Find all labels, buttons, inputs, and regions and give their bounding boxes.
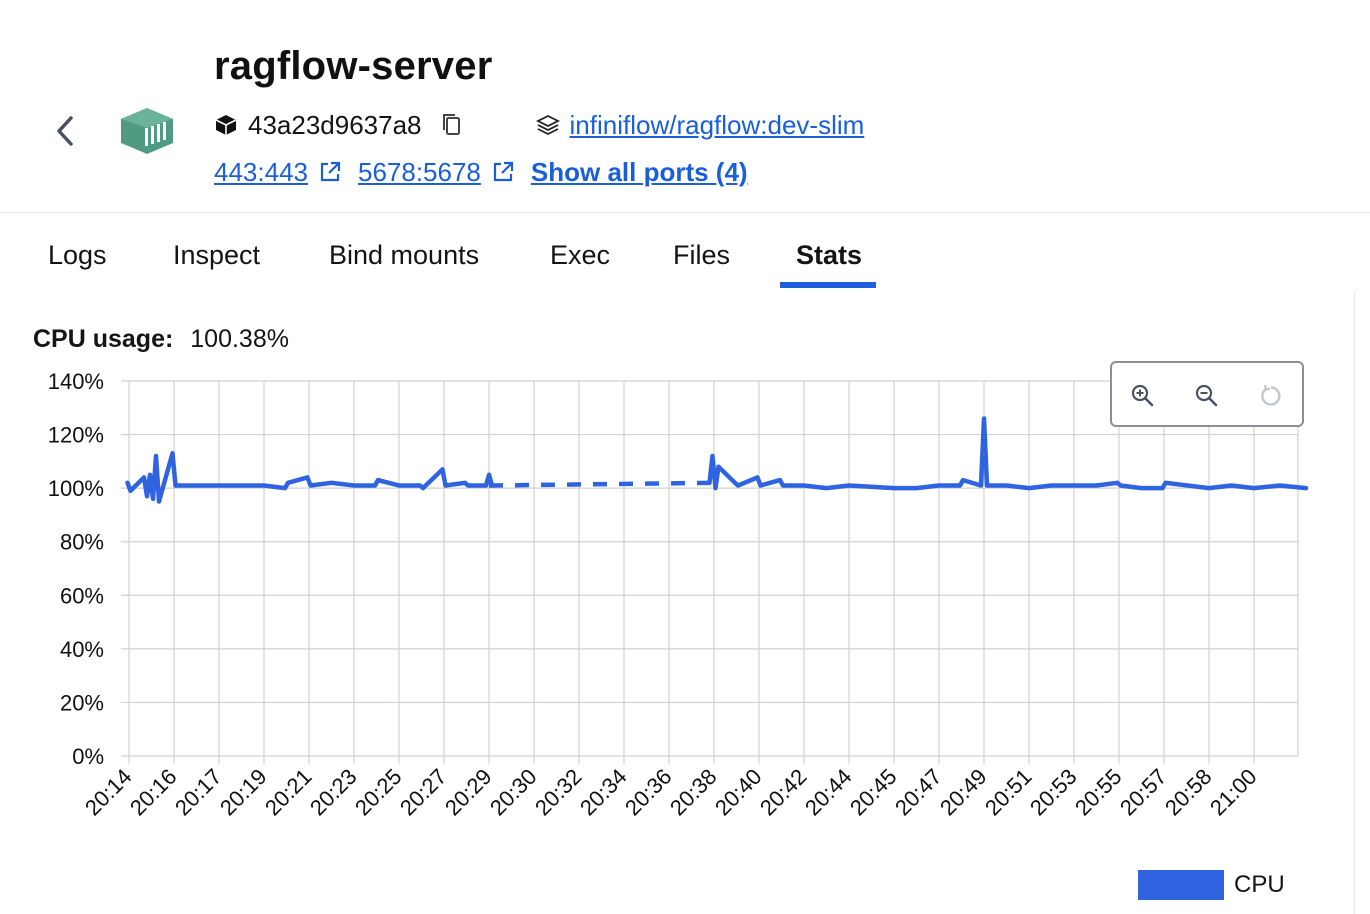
tab-bind-mounts[interactable]: Bind mounts	[329, 240, 479, 271]
image-layers-icon	[535, 114, 560, 136]
y-tick-label: 120%	[48, 423, 104, 448]
image-link[interactable]: infiniflow/ragflow:dev-slim	[570, 110, 865, 141]
zoom-in-icon	[1131, 384, 1154, 407]
legend-label-cpu: CPU	[1234, 871, 1285, 898]
external-link-icon[interactable]	[491, 160, 515, 184]
x-tick-label: 20:55	[1070, 764, 1127, 821]
ports-row: 443:443 5678:5678 Show all ports (4)	[214, 154, 748, 190]
x-tick-label: 20:44	[800, 764, 857, 821]
x-tick-label: 20:45	[845, 764, 902, 821]
cpu-series-line	[125, 451, 495, 504]
cube-icon	[214, 113, 238, 137]
container-header: ragflow-server 43a23d9637a8 infiniflow/r…	[0, 0, 1370, 213]
y-tick-label: 140%	[48, 369, 104, 394]
zoom-in-button[interactable]	[1128, 381, 1158, 411]
cpu-usage-stat: CPU usage: 100.38%	[33, 325, 289, 354]
tab-inspect[interactable]: Inspect	[173, 240, 260, 271]
x-tick-label: 20:27	[395, 764, 452, 821]
x-tick-label: 21:00	[1205, 764, 1262, 821]
chart-legend: CPU	[1138, 870, 1285, 900]
chevron-left-icon	[57, 116, 73, 146]
x-tick-label: 20:38	[665, 764, 722, 821]
active-tab-indicator	[780, 282, 876, 288]
container-icon	[118, 106, 176, 161]
legend-swatch-cpu	[1138, 870, 1224, 900]
reset-zoom-button[interactable]	[1256, 381, 1286, 411]
x-tick-label: 20:40	[710, 764, 767, 821]
port-link-443[interactable]: 443:443	[214, 157, 308, 188]
x-tick-label: 20:25	[350, 764, 407, 821]
x-tick-label: 20:57	[1115, 764, 1172, 821]
y-tick-label: 100%	[48, 476, 104, 501]
reset-icon	[1261, 384, 1281, 406]
x-tick-label: 20:53	[1025, 764, 1082, 821]
cpu-series-gap-line	[488, 480, 715, 488]
port-link-5678[interactable]: 5678:5678	[358, 157, 481, 188]
tab-stats[interactable]: Stats	[796, 240, 862, 271]
tab-logs[interactable]: Logs	[48, 240, 107, 271]
tab-bar: Logs Inspect Bind mounts Exec Files Stat…	[0, 222, 1370, 292]
back-button[interactable]	[46, 112, 84, 150]
y-tick-label: 80%	[60, 530, 104, 555]
x-tick-label: 20:51	[980, 764, 1037, 821]
x-tick-label: 20:32	[530, 764, 587, 821]
show-all-ports-link[interactable]: Show all ports (4)	[531, 157, 748, 188]
x-tick-label: 20:21	[260, 764, 317, 821]
container-id: 43a23d9637a8	[248, 109, 422, 140]
chart-zoom-controls	[1110, 361, 1304, 427]
cpu-usage-chart: 0%20%40%60%80%100%120%140%20:1420:1620:1…	[48, 369, 1309, 821]
y-tick-label: 40%	[60, 637, 104, 662]
x-tick-label: 20:29	[440, 764, 497, 821]
y-tick-label: 60%	[60, 583, 104, 608]
zoom-out-button[interactable]	[1192, 381, 1222, 411]
container-title: ragflow-server	[214, 44, 493, 88]
zoom-out-icon	[1195, 384, 1218, 407]
x-tick-label: 20:47	[890, 764, 947, 821]
x-tick-label: 20:16	[125, 764, 182, 821]
x-tick-label: 20:19	[215, 764, 272, 821]
tab-files[interactable]: Files	[673, 240, 730, 271]
copy-id-button[interactable]	[440, 112, 464, 138]
x-tick-label: 20:49	[935, 764, 992, 821]
x-tick-label: 20:34	[575, 764, 632, 821]
x-tick-label: 20:17	[170, 764, 227, 821]
y-tick-label: 20%	[60, 690, 104, 715]
container-id-row: 43a23d9637a8 infiniflow/ragflow:dev-slim	[214, 108, 864, 142]
y-tick-label: 0%	[72, 744, 104, 769]
copy-icon	[442, 114, 460, 135]
tab-exec[interactable]: Exec	[550, 240, 610, 271]
x-tick-label: 20:42	[755, 764, 812, 821]
x-tick-label: 20:14	[80, 764, 137, 821]
x-tick-label: 20:36	[620, 764, 677, 821]
x-tick-label: 20:30	[485, 764, 542, 821]
cpu-series-line	[707, 416, 1309, 491]
cpu-usage-value: 100.38%	[190, 325, 289, 353]
external-link-icon[interactable]	[318, 160, 342, 184]
x-tick-label: 20:58	[1160, 764, 1217, 821]
x-tick-label: 20:23	[305, 764, 362, 821]
cpu-usage-label: CPU usage:	[33, 325, 174, 353]
